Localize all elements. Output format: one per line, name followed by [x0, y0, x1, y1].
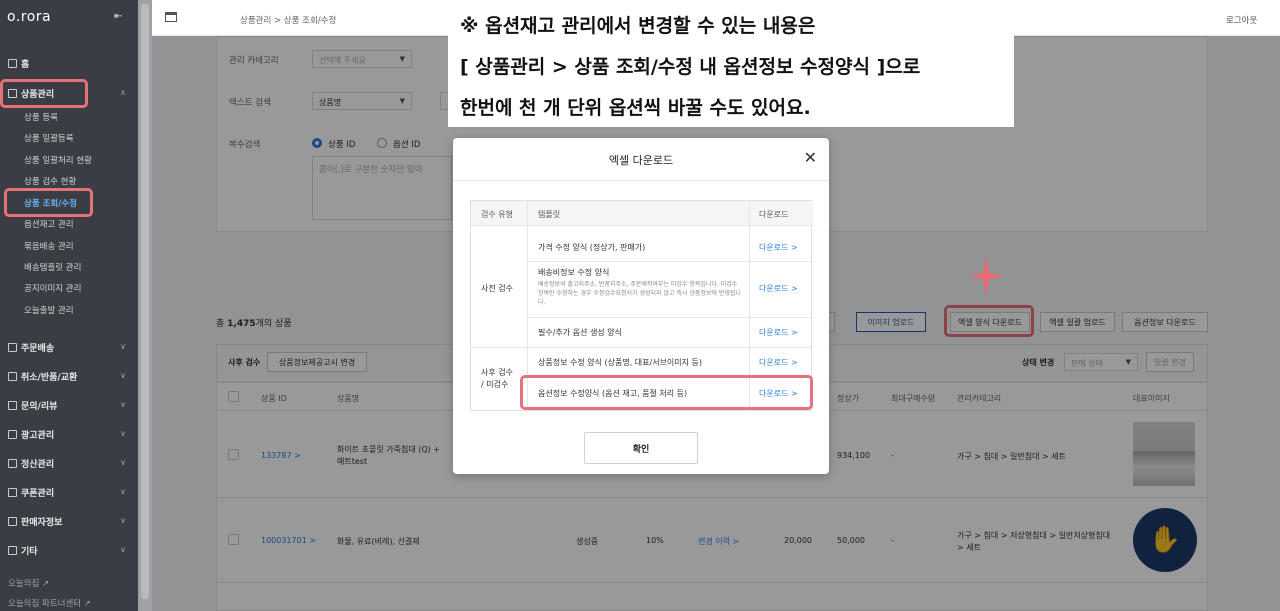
document-icon	[8, 458, 17, 468]
sidebar-sub-bulk-register[interactable]: 상품 일괄등록	[24, 132, 74, 144]
sidebar-sub-notice-image[interactable]: 공지이미지 관리	[24, 282, 81, 294]
document-icon	[8, 342, 17, 352]
row-divider	[527, 317, 813, 318]
download-price-link[interactable]: 다운로드 >	[759, 242, 798, 253]
col-review-type: 검수 유형	[481, 210, 513, 219]
highlight-product-mgmt	[0, 79, 88, 108]
confirm-button[interactable]: 확인	[584, 432, 698, 464]
sidebar-sub-review-status[interactable]: 상품 검수 현황	[24, 175, 76, 187]
template-shipping-desc: 배송정보의 출고지주소, 반품지주소, 주문제작여부는 미검수 항목입니다. 미…	[538, 281, 741, 306]
chevron-down-icon: ∨	[120, 342, 126, 351]
template-option-create: 필수/추가 옵션 생성 양식	[538, 328, 622, 337]
sidebar-scroll-thumb[interactable]	[141, 4, 149, 599]
close-icon[interactable]: ✕	[804, 148, 817, 167]
post-review-label-1: 사후 검수	[481, 368, 513, 377]
chevron-down-icon: ∨	[120, 371, 126, 380]
row-divider	[527, 261, 813, 262]
sidebar-item-seller-info[interactable]: 판매자정보 ∨	[0, 512, 138, 530]
document-icon	[8, 371, 17, 381]
highlight-option-info-template	[520, 375, 813, 410]
document-icon	[8, 429, 17, 439]
sidebar-item-coupons[interactable]: 쿠폰관리 ∨	[0, 483, 138, 501]
template-shipping: 배송비정보 수정 양식	[538, 268, 610, 277]
annotation-banner: ※ 옵션재고 관리에서 변경할 수 있는 내용은 [ 상품관리 > 상품 조회/…	[448, 0, 1014, 127]
sidebar-item-ads[interactable]: 광고관리 ∨	[0, 425, 138, 443]
modal-title: 엑셀 다운로드	[608, 154, 674, 167]
banner-line-2: [ 상품관리 > 상품 조회/수정 내 옵션정보 수정양식 ]으로	[460, 56, 921, 78]
download-option-create-link[interactable]: 다운로드 >	[759, 327, 798, 338]
document-icon	[8, 516, 17, 526]
row-divider	[471, 347, 813, 348]
sidebar-item-returns[interactable]: 취소/반품/교환 ∨	[0, 367, 138, 385]
pre-review-label: 사전 검수	[481, 284, 513, 293]
chevron-down-icon: ∨	[120, 516, 126, 525]
sidebar-sub-register[interactable]: 상품 등록	[24, 111, 58, 123]
document-icon	[8, 400, 17, 410]
download-shipping-link[interactable]: 다운로드 >	[759, 283, 798, 294]
logout-link[interactable]: 로그아웃	[1226, 14, 1257, 26]
sidebar-sub-bulk-status[interactable]: 상품 일괄처리 현황	[24, 154, 92, 166]
external-link-icon: ↗	[83, 599, 91, 609]
excel-download-modal: 엑셀 다운로드 ✕ 검수 유형 템플릿 다운로드 사전 검수 가격 수정 양식 …	[453, 138, 829, 474]
highlight-product-edit	[4, 188, 93, 217]
chevron-down-icon: ∨	[120, 400, 126, 409]
sidebar-item-settlement[interactable]: 정산관리 ∨	[0, 454, 138, 472]
template-product-info: 상품정보 수정 양식 (상품명, 대표/서브이미지 등)	[538, 358, 703, 367]
breadcrumb: 상품관리 > 상품 조회/수정	[240, 16, 337, 26]
modal-divider	[453, 180, 829, 181]
sidebar-sub-bundle-shipping[interactable]: 묶음배송 관리	[24, 240, 74, 252]
document-icon	[8, 487, 17, 497]
template-price: 가격 수정 양식 (정상가, 판매가)	[538, 243, 646, 252]
post-review-label-2: / 미검수	[481, 380, 509, 389]
footer-link-ohouse[interactable]: 오늘의집 ↗	[8, 577, 49, 589]
download-product-info-link[interactable]: 다운로드 >	[759, 357, 798, 368]
sidebar: o.rora ⇤ 홈 상품관리 ∧ 상품 등록 상품 일괄등록 상품 일괄처리 현…	[0, 0, 138, 611]
sidebar-item-home[interactable]: 홈	[0, 54, 138, 72]
document-icon	[8, 545, 17, 555]
row-divider	[471, 225, 813, 226]
chevron-down-icon: ∨	[120, 545, 126, 554]
sparkle-icon	[968, 256, 1004, 296]
collapse-sidebar-icon[interactable]: ⇤	[114, 11, 126, 23]
col-template: 템플릿	[538, 210, 561, 219]
col-download: 다운로드	[759, 210, 789, 219]
banner-line-1: ※ 옵션재고 관리에서 변경할 수 있는 내용은	[460, 15, 816, 37]
sidebar-item-orders[interactable]: 주문배송 ∨	[0, 338, 138, 356]
banner-line-3: 한번에 천 개 단위 옵션씩 바꿀 수도 있어요.	[460, 97, 811, 119]
footer-link-partner-center[interactable]: 오늘의집 파트너센터 ↗	[8, 597, 91, 609]
home-icon	[8, 58, 17, 68]
chevron-up-icon: ∧	[120, 88, 126, 97]
chevron-down-icon: ∨	[120, 458, 126, 467]
sidebar-item-etc[interactable]: 기타 ∨	[0, 541, 138, 559]
sidebar-item-inquiries[interactable]: 문의/리뷰 ∨	[0, 396, 138, 414]
chevron-down-icon: ∨	[120, 429, 126, 438]
sidebar-sub-today-departure[interactable]: 오늘출발 관리	[24, 304, 74, 316]
sidebar-sub-option-stock[interactable]: 옵션재고 관리	[24, 218, 74, 230]
brand-logo[interactable]: o.rora	[7, 9, 51, 25]
sidebar-sub-shipping-template[interactable]: 배송템플릿 관리	[24, 261, 81, 273]
external-link-icon: ↗	[41, 579, 50, 589]
chevron-down-icon: ∨	[120, 487, 126, 496]
store-icon[interactable]	[165, 12, 177, 22]
